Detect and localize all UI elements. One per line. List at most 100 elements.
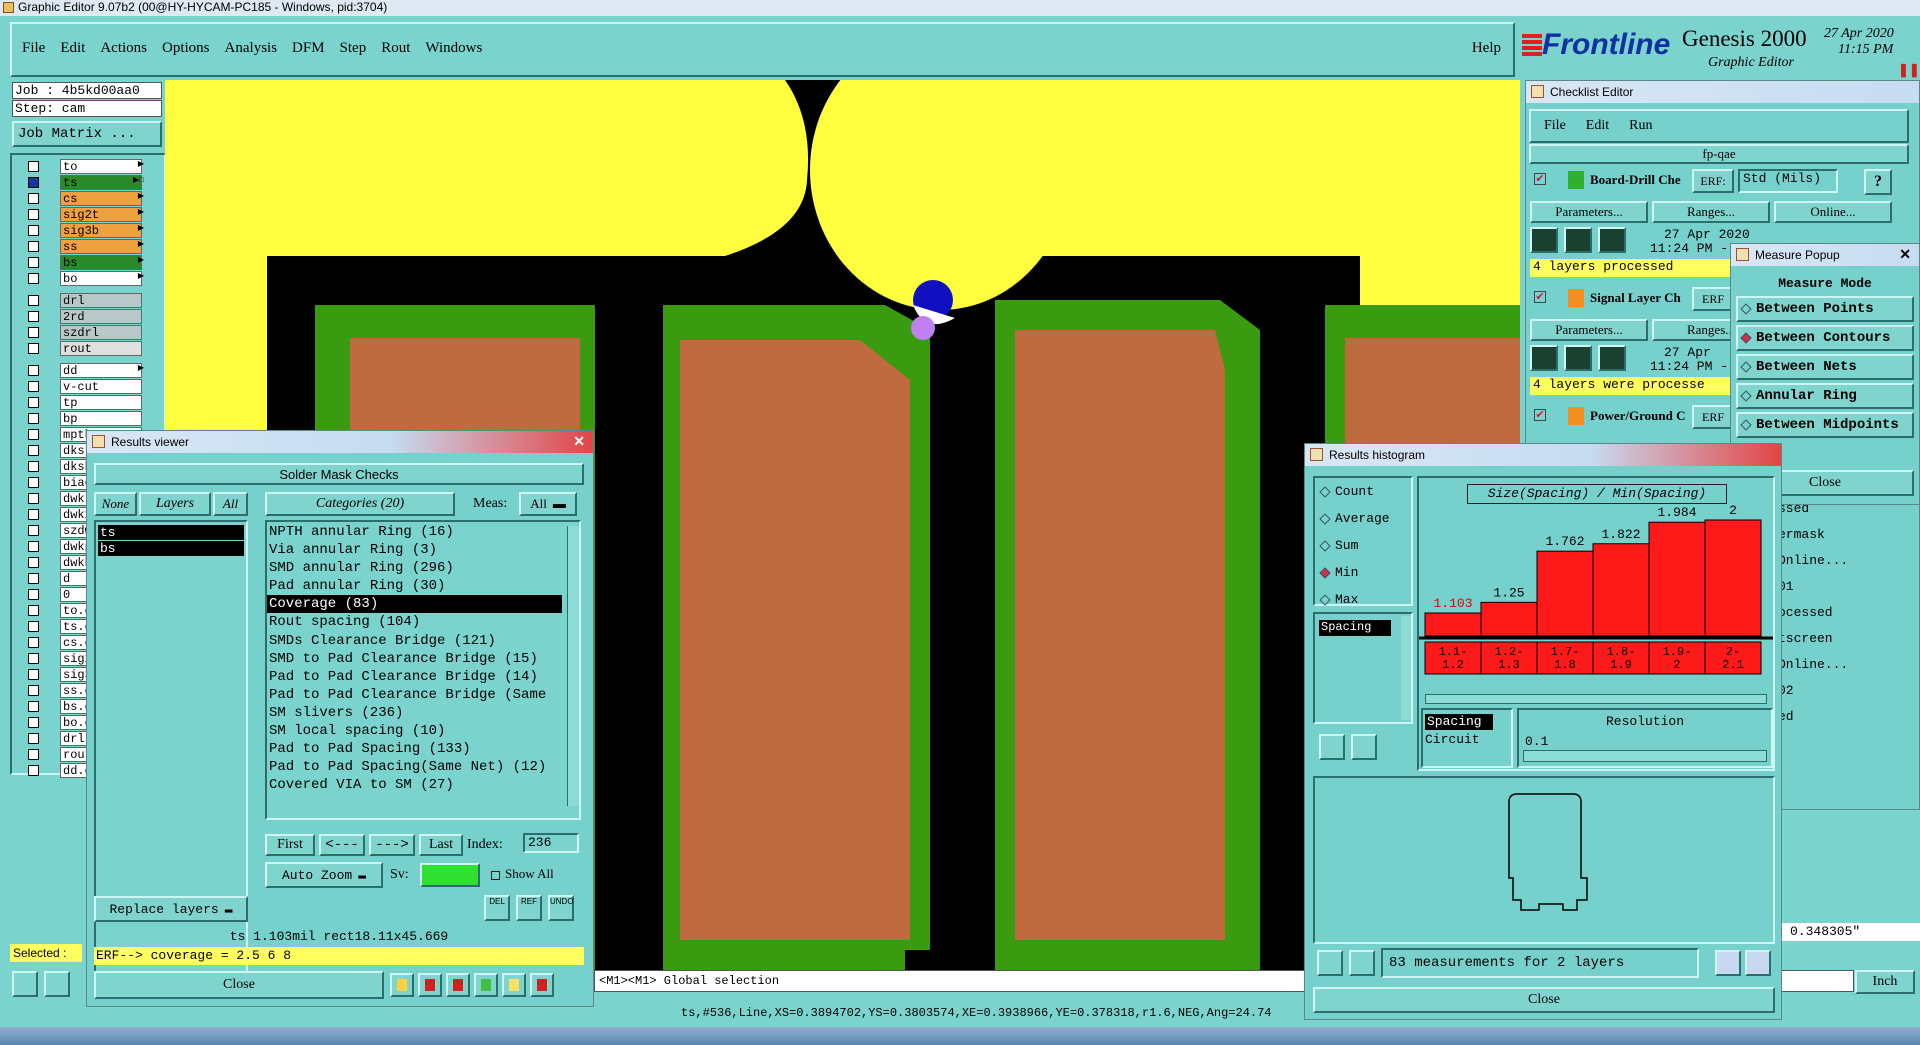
parameters-button[interactable]: Parameters... (1530, 201, 1648, 223)
erf-button[interactable]: ERF (1692, 287, 1734, 311)
layer-checkbox[interactable] (28, 701, 39, 712)
hist-hscroll[interactable] (1425, 694, 1767, 704)
category-item[interactable]: Pad annular Ring (30) (267, 577, 562, 595)
preview-ref-button[interactable] (1349, 950, 1375, 976)
menu-actions[interactable]: Actions (100, 40, 147, 60)
layer-row[interactable]: rout (20, 341, 144, 356)
menu-dfm[interactable]: DFM (292, 40, 325, 60)
histogram-bar[interactable] (1480, 601, 1538, 637)
type-item-circuit[interactable]: Circuit (1425, 732, 1480, 747)
category-item[interactable]: Rout spacing (104) (267, 613, 562, 631)
category-item[interactable]: Pad to Pad Clearance Bridge (Same (267, 686, 562, 704)
erf-button[interactable]: ERF (1692, 405, 1734, 429)
layer-checkbox[interactable] (28, 225, 39, 236)
layer-checkbox[interactable] (28, 573, 39, 584)
histogram-bar[interactable] (1592, 543, 1650, 637)
category-item[interactable]: SMDs Clearance Bridge (121) (267, 632, 562, 650)
graph-icon[interactable] (1715, 950, 1741, 976)
layer-name[interactable]: bs (60, 255, 142, 270)
close-icon[interactable]: ✕ (573, 433, 585, 450)
parameters-button[interactable]: Parameters... (1530, 319, 1648, 341)
results-layer-item[interactable]: ts (98, 525, 244, 540)
layer-checkbox[interactable] (28, 161, 39, 172)
last-button[interactable]: Last (419, 834, 463, 856)
tool-select-icon[interactable] (12, 971, 38, 997)
layer-row[interactable]: tp (20, 395, 144, 410)
layer-checkbox[interactable] (28, 209, 39, 220)
layer-checkbox[interactable] (28, 765, 39, 776)
layer-row[interactable]: sig2t ▶ (20, 207, 144, 222)
replace-layers-select[interactable]: Replace layers ▬ (94, 896, 248, 922)
layer-checkbox[interactable] (28, 685, 39, 696)
layer-row[interactable]: ts ▶□ (20, 175, 144, 190)
category-list[interactable]: NPTH annular Ring (16) Via annular Ring (… (265, 520, 581, 820)
menu-rout[interactable]: Rout (381, 40, 410, 60)
category-item[interactable]: NPTH annular Ring (16) (267, 523, 562, 541)
layer-row[interactable]: to ▶ (20, 159, 144, 174)
undo-button[interactable]: UNDO (548, 895, 574, 921)
layer-checkbox[interactable] (28, 669, 39, 680)
category-item[interactable]: Pad to Pad Spacing (133) (267, 740, 562, 758)
layer-checkbox[interactable] (28, 397, 39, 408)
erf-value[interactable]: Std (Mils) (1738, 169, 1838, 193)
measure-option[interactable]: Between Contours (1736, 325, 1914, 351)
layer-name[interactable]: rout (60, 341, 142, 356)
sv-color-select[interactable] (420, 863, 480, 887)
hist-del-button[interactable] (1319, 734, 1345, 760)
layer-row[interactable]: dd ▶ (20, 363, 144, 378)
histogram-bar[interactable] (1648, 521, 1706, 637)
chart-icon[interactable] (1745, 950, 1771, 976)
category-item[interactable]: Pad to Pad Clearance Bridge (14) (267, 668, 562, 686)
layer-checkbox[interactable] (28, 637, 39, 648)
layer-checkbox[interactable] (28, 589, 39, 600)
categories-button[interactable]: Categories (20) (265, 492, 455, 516)
layers-button[interactable]: Layers (139, 492, 211, 516)
layer-checkbox[interactable] (28, 525, 39, 536)
layer-name[interactable]: v-cut (60, 379, 142, 394)
layer-checkbox[interactable] (28, 365, 39, 376)
layer-row[interactable]: bp (20, 411, 144, 426)
category-item[interactable]: Pad to Pad Spacing(Same Net) (12) (267, 758, 562, 776)
layer-row[interactable]: szdrl (20, 325, 144, 340)
histogram-bar[interactable] (1536, 550, 1594, 637)
ranges-button[interactable]: Ranges... (1652, 201, 1770, 223)
results-close-button[interactable]: Close (94, 971, 384, 999)
layer-row[interactable]: v-cut (20, 379, 144, 394)
check-icon[interactable]: ✔ (1534, 173, 1546, 185)
ref-button[interactable]: REF (516, 895, 542, 921)
category-item[interactable]: SM local spacing (10) (267, 722, 562, 740)
layer-name[interactable]: 2rd (60, 309, 142, 324)
histogram-bar[interactable] (1704, 519, 1762, 637)
measure-option[interactable]: Annular Ring (1736, 383, 1914, 409)
histogram-close-button[interactable]: Close (1313, 987, 1775, 1013)
show-all-checkbox[interactable] (491, 868, 500, 883)
none-button[interactable]: None (94, 492, 137, 516)
layer-name[interactable]: ts (60, 175, 142, 190)
stat-radio[interactable]: Count (1319, 484, 1374, 499)
auto-zoom-select[interactable]: Auto Zoom ▬ (265, 862, 383, 888)
layer-row[interactable]: bo ▶ (20, 271, 144, 286)
stat-radio[interactable]: Average (1319, 511, 1390, 526)
layer-checkbox[interactable] (28, 177, 39, 188)
layer-checkbox[interactable] (28, 461, 39, 472)
layer-checkbox[interactable] (28, 621, 39, 632)
layer-checkbox[interactable] (28, 311, 39, 322)
menu-options[interactable]: Options (162, 40, 210, 60)
layer-checkbox[interactable] (28, 241, 39, 252)
layer-checkbox[interactable] (28, 717, 39, 728)
resolution-slider[interactable] (1523, 750, 1767, 762)
layer-name[interactable]: sig2t (60, 207, 142, 222)
layer-name[interactable]: bo (60, 271, 142, 286)
checklist-menu-run[interactable]: Run (1629, 118, 1652, 134)
cross-icon[interactable] (446, 973, 470, 997)
layer-name[interactable]: ss (60, 239, 142, 254)
category-item[interactable]: SMD annular Ring (296) (267, 559, 562, 577)
all-layers-button[interactable]: All (213, 492, 248, 516)
layer-checkbox[interactable] (28, 605, 39, 616)
layer-row[interactable]: ss ▶ (20, 239, 144, 254)
hist-list-item[interactable]: Spacing (1319, 620, 1391, 636)
help-icon[interactable]: ? (1864, 169, 1892, 195)
layer-checkbox[interactable] (28, 381, 39, 392)
menu-step[interactable]: Step (340, 40, 367, 60)
category-item[interactable]: SMD to Pad Clearance Bridge (15) (267, 650, 562, 668)
